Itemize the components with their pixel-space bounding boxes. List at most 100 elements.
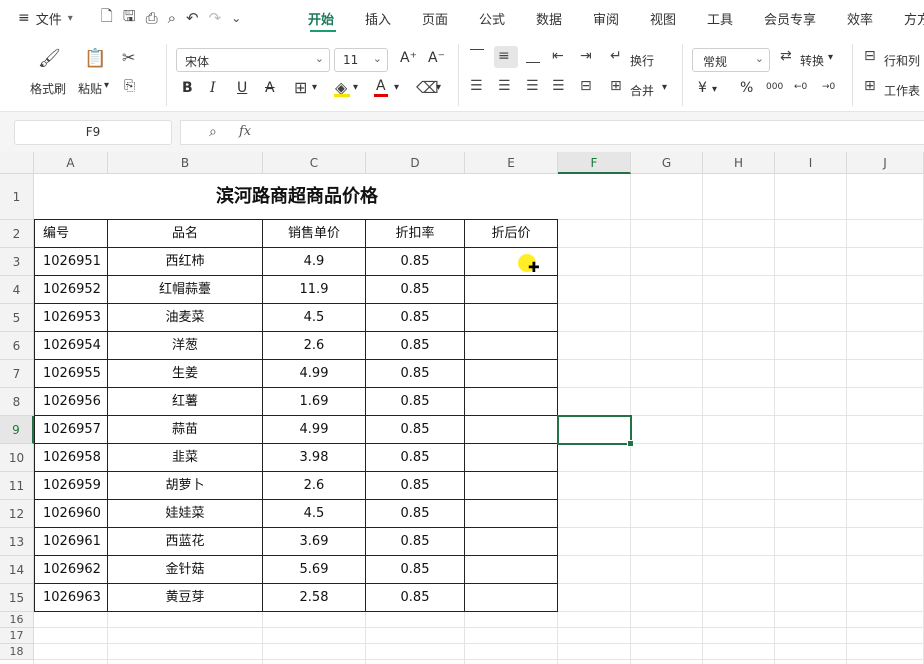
shrink-font-button[interactable]: A⁻	[428, 50, 445, 66]
print-preview-icon[interactable]: ⌕	[168, 9, 176, 27]
cell-price[interactable]: 2.58	[263, 584, 366, 612]
tab-home[interactable]: 开始	[308, 9, 334, 28]
border-chevron-icon[interactable]: ▾	[312, 82, 317, 93]
active-cell-selection[interactable]	[557, 415, 634, 447]
row-header-2[interactable]: 2	[0, 220, 34, 248]
tab-formula[interactable]: 公式	[479, 9, 505, 28]
row-header-15[interactable]: 15	[0, 584, 34, 612]
row-col-button[interactable]: 行和列	[884, 52, 920, 69]
font-color-chevron-icon[interactable]: ▾	[394, 82, 399, 93]
convert-button[interactable]: 转换	[800, 52, 824, 69]
column-header-j[interactable]: J	[847, 152, 924, 174]
cell-final-price[interactable]	[465, 332, 558, 360]
thousands-button[interactable]: 000	[766, 82, 783, 92]
undo-icon[interactable]: ↶	[186, 9, 199, 27]
cell-price[interactable]: 4.5	[263, 500, 366, 528]
cell-final-price[interactable]	[465, 360, 558, 388]
cell-final-price[interactable]	[465, 248, 558, 276]
bold-button[interactable]: B	[182, 80, 193, 96]
worksheet-button[interactable]: 工作表	[884, 82, 920, 99]
cell-discount[interactable]: 0.85	[366, 500, 465, 528]
cell-id[interactable]: 1026951	[35, 248, 108, 276]
cell-name[interactable]: 生姜	[108, 360, 263, 388]
fill-chevron-icon[interactable]: ▾	[353, 82, 358, 93]
cell-price[interactable]: 5.69	[263, 556, 366, 584]
column-header-b[interactable]: B	[108, 152, 263, 174]
tab-page[interactable]: 页面	[422, 9, 448, 28]
cell-final-price[interactable]	[465, 416, 558, 444]
table-title[interactable]: 滨河路商超商品价格	[36, 174, 558, 220]
row-header-18[interactable]: 18	[0, 644, 34, 660]
currency-button[interactable]: ¥	[698, 80, 707, 96]
cell-price[interactable]: 1.69	[263, 388, 366, 416]
grow-font-button[interactable]: A⁺	[400, 50, 417, 66]
tab-member[interactable]: 会员专享	[764, 9, 816, 28]
cell-discount[interactable]: 0.85	[366, 248, 465, 276]
align-left-icon[interactable]: ☰	[470, 78, 483, 94]
tab-review[interactable]: 审阅	[593, 9, 619, 28]
formula-input[interactable]: ⌕ fx	[180, 120, 924, 145]
cell-name[interactable]: 蒜苗	[108, 416, 263, 444]
align-top-icon[interactable]: ⎺	[470, 48, 484, 64]
percent-button[interactable]: %	[740, 80, 753, 96]
convert-chevron-icon[interactable]: ▾	[828, 52, 833, 63]
cell-discount[interactable]: 0.85	[366, 332, 465, 360]
cell-final-price[interactable]	[465, 388, 558, 416]
fx-icon[interactable]: fx	[239, 124, 251, 139]
header-cell-name[interactable]: 品名	[108, 220, 263, 248]
row-header-11[interactable]: 11	[0, 472, 34, 500]
align-center-icon[interactable]: ☰	[498, 78, 511, 94]
cell-name[interactable]: 韭菜	[108, 444, 263, 472]
column-header-e[interactable]: E	[465, 152, 558, 174]
cell-id[interactable]: 1026961	[35, 528, 108, 556]
column-header-a[interactable]: A	[34, 152, 108, 174]
row-header-13[interactable]: 13	[0, 528, 34, 556]
column-header-g[interactable]: G	[631, 152, 703, 174]
cell-id[interactable]: 1026953	[35, 304, 108, 332]
merge-chevron-icon[interactable]: ▾	[662, 82, 667, 93]
cell-price[interactable]: 3.98	[263, 444, 366, 472]
row-header-3[interactable]: 3	[0, 248, 34, 276]
font-color-icon[interactable]: A	[376, 78, 386, 94]
zoom-search-icon[interactable]: ⌕	[209, 124, 217, 140]
cell-discount[interactable]: 0.85	[366, 444, 465, 472]
cell-name[interactable]: 红帽蒜薹	[108, 276, 263, 304]
row-header-1[interactable]: 1	[0, 174, 34, 220]
tab-data[interactable]: 数据	[536, 9, 562, 28]
cell-name[interactable]: 黄豆芽	[108, 584, 263, 612]
cell-discount[interactable]: 0.85	[366, 416, 465, 444]
cell-discount[interactable]: 0.85	[366, 388, 465, 416]
file-menu[interactable]: 文件	[36, 9, 62, 28]
cell-discount[interactable]: 0.85	[366, 276, 465, 304]
name-box[interactable]: F9	[14, 120, 172, 145]
distribute-icon[interactable]: ⊟	[580, 78, 592, 94]
copy-icon[interactable]: ⎘	[124, 78, 135, 94]
cell-discount[interactable]: 0.85	[366, 472, 465, 500]
cell-final-price[interactable]	[465, 304, 558, 332]
save-icon[interactable]: 🖫	[123, 6, 136, 31]
column-header-c[interactable]: C	[263, 152, 366, 174]
cell-price[interactable]: 3.69	[263, 528, 366, 556]
tab-insert[interactable]: 插入	[365, 9, 391, 28]
font-size-select[interactable]: 11 ⌄	[334, 48, 388, 72]
cell-id[interactable]: 1026956	[35, 388, 108, 416]
decimal-decrease-button[interactable]: →0	[822, 82, 835, 92]
column-header-h[interactable]: H	[703, 152, 775, 174]
cell-price[interactable]: 4.99	[263, 416, 366, 444]
number-format-select[interactable]: 常规 ⌄	[692, 48, 770, 72]
column-header-d[interactable]: D	[366, 152, 465, 174]
cut-icon[interactable]: ✂	[122, 48, 135, 67]
merge-button[interactable]: 合并	[630, 82, 654, 99]
cell-name[interactable]: 洋葱	[108, 332, 263, 360]
row-header-9[interactable]: 9	[0, 416, 34, 444]
cell-price[interactable]: 4.5	[263, 304, 366, 332]
header-cell-price[interactable]: 销售单价	[263, 220, 366, 248]
cell-id[interactable]: 1026955	[35, 360, 108, 388]
column-header-f[interactable]: F	[558, 152, 631, 174]
row-header-7[interactable]: 7	[0, 360, 34, 388]
cell-id[interactable]: 1026954	[35, 332, 108, 360]
border-icon[interactable]: ⊞	[294, 78, 307, 97]
cell-name[interactable]: 胡萝卜	[108, 472, 263, 500]
currency-chevron-icon[interactable]: ▾	[712, 84, 717, 95]
cell-name[interactable]: 西蓝花	[108, 528, 263, 556]
